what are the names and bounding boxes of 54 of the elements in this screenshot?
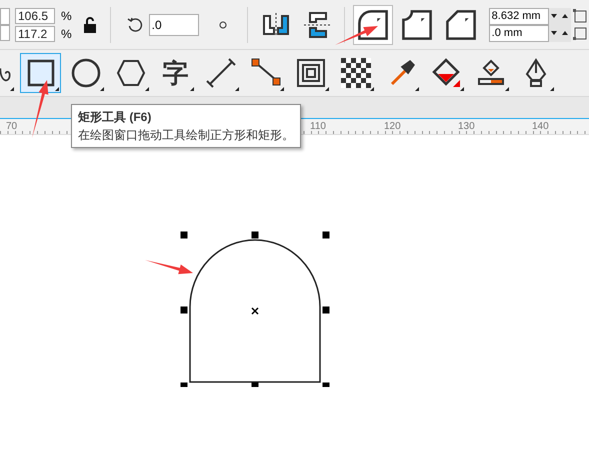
flyout-corner-icon bbox=[55, 87, 59, 91]
flyout-corner-icon bbox=[190, 87, 194, 91]
lock-icon[interactable] bbox=[84, 16, 96, 32]
ruler-label: 110 bbox=[310, 120, 326, 134]
tool-button[interactable] bbox=[20, 53, 61, 93]
flyout-corner-icon bbox=[145, 87, 149, 91]
degree-icon bbox=[218, 20, 227, 28]
corner-lock-icon[interactable] bbox=[572, 26, 587, 40]
flyout-corner-icon bbox=[235, 87, 239, 91]
tooltip-description: 在绘图窗口拖动工具绘制正方形和矩形。 bbox=[78, 127, 294, 144]
spin-buttons[interactable] bbox=[548, 8, 571, 24]
rectangle-icon bbox=[26, 58, 56, 88]
ruler-label: 120 bbox=[384, 120, 401, 134]
flyout-corner-icon bbox=[370, 87, 374, 91]
dimension-icon bbox=[206, 58, 236, 88]
rotation-field[interactable]: .0 bbox=[148, 14, 199, 36]
flyout-corner-icon bbox=[325, 87, 329, 91]
flyout-corner-icon bbox=[100, 87, 104, 91]
flyout-corner-icon bbox=[280, 87, 284, 91]
input-field bbox=[0, 8, 10, 24]
ruler-label: 130 bbox=[458, 120, 475, 134]
paint-bucket-icon bbox=[430, 58, 460, 88]
corner-round-icon bbox=[356, 8, 390, 42]
contour-icon bbox=[296, 58, 326, 88]
connector-icon bbox=[250, 58, 280, 88]
flyout-corner-icon bbox=[505, 87, 509, 91]
scale-field[interactable]: 106.5 bbox=[15, 8, 55, 24]
text-tool-glyph: 字 bbox=[162, 60, 188, 86]
mirror-horizontal-icon[interactable] bbox=[262, 12, 290, 36]
smart-fill-icon bbox=[476, 58, 506, 88]
mirror-vertical-icon[interactable] bbox=[304, 10, 332, 38]
percent-label: % bbox=[61, 8, 72, 24]
hexagon-icon bbox=[116, 58, 146, 88]
corner-radius-field[interactable]: .0 mm bbox=[488, 24, 549, 42]
scale-field[interactable]: 117.2 bbox=[15, 26, 55, 42]
spin-buttons[interactable] bbox=[548, 24, 571, 42]
input-field bbox=[0, 24, 10, 41]
corner-button[interactable] bbox=[352, 4, 393, 44]
corner-scallop-icon bbox=[400, 8, 434, 42]
ruler-label: 140 bbox=[532, 120, 549, 134]
flyout-corner-icon bbox=[550, 87, 554, 91]
corner-lock-icon[interactable] bbox=[572, 9, 587, 23]
tool-button[interactable]: 字 bbox=[155, 53, 196, 93]
checkerboard-icon bbox=[340, 58, 370, 88]
percent-label: % bbox=[61, 26, 72, 42]
corner-radius-field[interactable]: 8.632 mm bbox=[488, 8, 549, 24]
flyout-corner-icon bbox=[10, 87, 14, 91]
flyout-corner-icon bbox=[460, 87, 464, 91]
ruler-label: 70 bbox=[6, 120, 18, 134]
ellipse-icon bbox=[70, 58, 100, 88]
flyout-corner-icon bbox=[415, 87, 419, 91]
rotate-icon bbox=[126, 16, 143, 32]
corner-chamfer-icon bbox=[444, 8, 478, 42]
tooltip-title: 矩形工具 (F6) bbox=[78, 109, 152, 126]
